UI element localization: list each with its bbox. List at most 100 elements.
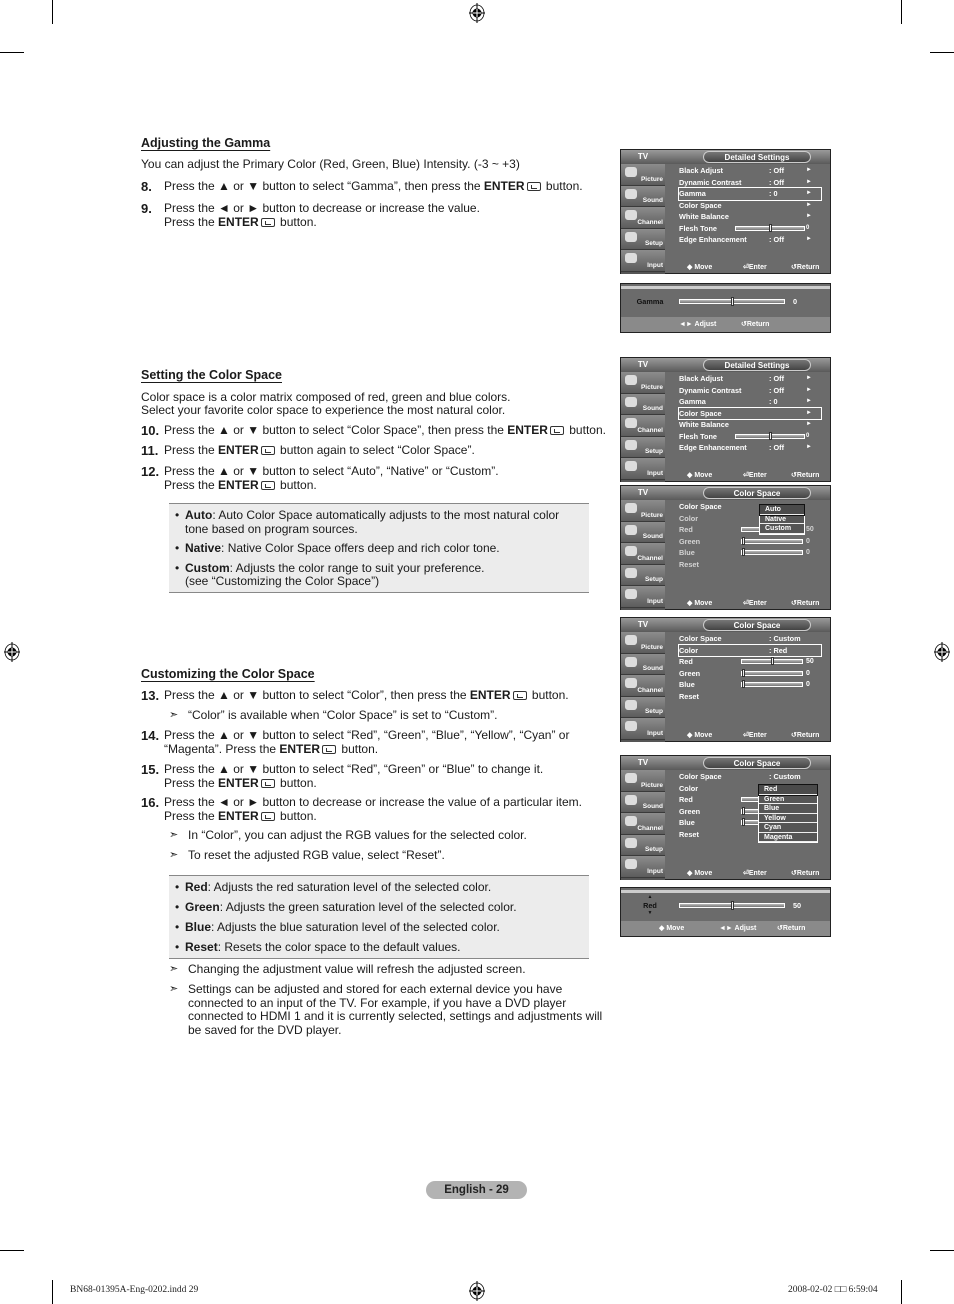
osd-color-dropdown-list[interactable]: Red Green Blue Yellow Cyan Magenta xyxy=(758,784,818,843)
enter-keyword: ENTER xyxy=(218,214,259,229)
dropdown-option-magenta[interactable]: Magenta xyxy=(759,833,817,842)
osd-slider-knob[interactable] xyxy=(742,536,745,545)
osd-row-green[interactable]: Green 0 xyxy=(679,668,821,680)
registration-mark-icon xyxy=(469,1281,485,1301)
dropdown-option-red[interactable]: Red xyxy=(758,784,818,796)
osd-row-color-space[interactable]: Color Space ► xyxy=(679,200,821,212)
osd-slider-knob[interactable] xyxy=(742,548,745,556)
osd-category-setup[interactable]: Setup xyxy=(621,834,665,856)
osd-category-picture[interactable]: Picture xyxy=(621,632,665,654)
osd-category-label: Setup xyxy=(644,846,663,853)
osd-category-channel[interactable]: Channel xyxy=(621,813,665,835)
osd-row-blue[interactable]: Blue 0 xyxy=(679,679,821,691)
osd-slider-knob[interactable] xyxy=(742,680,745,688)
osd-row-gamma[interactable]: Gamma: 0 ► xyxy=(679,396,821,408)
arrow-right-icon: ► xyxy=(806,409,812,416)
dropdown-option-blue[interactable]: Blue xyxy=(759,804,817,814)
osd-row-color-space[interactable]: Color Space ► xyxy=(678,406,822,420)
dropdown-option-green[interactable]: Green xyxy=(759,795,817,804)
bullet-term: Blue xyxy=(185,920,212,934)
osd-category-setup[interactable]: Setup xyxy=(621,436,665,458)
osd-slider-knob[interactable] xyxy=(769,431,772,440)
osd-row-white-balance[interactable]: White Balance ► xyxy=(679,419,821,431)
osd-color-space-dropdown-list[interactable]: Auto Native Custom xyxy=(759,504,805,535)
osd-category-input[interactable]: Input xyxy=(621,718,665,740)
osd-row-white-balance[interactable]: White Balance ► xyxy=(679,211,821,223)
note-rgb-adjust: ➣ In “Color”, you can adjust the RGB valu… xyxy=(169,828,527,843)
osd-category-label: Input xyxy=(647,597,663,605)
osd-row-color-space[interactable]: Color Space: Custom xyxy=(679,633,821,645)
osd-row-edge-enhancement[interactable]: Edge Enhancement: Off ► xyxy=(679,442,821,454)
osd-row-gamma[interactable]: Gamma: 0 ► xyxy=(678,187,822,201)
osd-row-flesh-tone[interactable]: Flesh Tone 0 xyxy=(679,431,821,443)
osd-adjust-slider[interactable] xyxy=(679,297,785,306)
osd-row-flesh-tone[interactable]: Flesh Tone 0 xyxy=(679,223,821,235)
osd-category-picture[interactable]: Picture xyxy=(621,770,665,792)
osd-row-red[interactable]: Red 50 xyxy=(679,656,821,668)
osd-slider-knob[interactable] xyxy=(771,657,774,665)
osd-slider-knob[interactable] xyxy=(742,668,745,677)
osd-category-channel[interactable]: Channel xyxy=(621,415,665,437)
osd-row-edge-enhancement[interactable]: Edge Enhancement: Off ► xyxy=(679,234,821,246)
osd-row-value: : 0 xyxy=(769,397,778,406)
osd-row-value: : Off xyxy=(769,385,784,395)
osd-category-channel[interactable]: Channel xyxy=(621,207,665,229)
osd-category-sound[interactable]: Sound xyxy=(621,393,665,415)
osd-row-dynamic-contrast[interactable]: Dynamic Contrast: Off ► xyxy=(679,177,821,189)
osd-slider-track[interactable] xyxy=(735,223,805,232)
osd-category-input[interactable]: Input xyxy=(621,458,665,480)
osd-slider-track[interactable] xyxy=(741,680,803,688)
osd-category-picture[interactable]: Picture xyxy=(621,500,665,522)
osd-slider-track[interactable] xyxy=(741,536,803,545)
osd-category-sound[interactable]: Sound xyxy=(621,653,665,675)
dropdown-option-native[interactable]: Native xyxy=(760,515,804,524)
osd-row-green[interactable]: Green 0 xyxy=(679,536,821,548)
osd-row-reset[interactable]: Reset xyxy=(679,559,821,571)
osd-row-black-adjust[interactable]: Black Adjust: Off ► xyxy=(679,373,821,385)
osd-row-value: : Custom xyxy=(769,772,801,781)
osd-category-label: Channel xyxy=(637,554,663,562)
channel-icon xyxy=(625,816,637,826)
osd-category-sound[interactable]: Sound xyxy=(621,521,665,543)
osd-category-channel[interactable]: Channel xyxy=(621,543,665,565)
step-text: button. xyxy=(565,423,606,437)
dropdown-option-custom[interactable]: Custom xyxy=(760,524,804,534)
osd-row-color-space[interactable]: Color Space: Custom xyxy=(679,771,821,783)
osd-row-dynamic-contrast[interactable]: Dynamic Contrast: Off ► xyxy=(679,385,821,397)
osd-row-reset[interactable]: Reset xyxy=(679,691,821,703)
osd-adjust-value: 50 xyxy=(793,901,802,910)
osd-category-input[interactable]: Input xyxy=(621,250,665,272)
osd-top-line xyxy=(621,890,830,893)
osd-footer-move: ◆ Move xyxy=(687,264,713,271)
osd-footer-return: ↺Return xyxy=(791,472,820,479)
osd-slider-track[interactable] xyxy=(735,431,805,440)
osd-category-setup[interactable]: Setup xyxy=(621,696,665,718)
osd-slider-knob[interactable] xyxy=(742,818,745,826)
dropdown-option-auto[interactable]: Auto xyxy=(759,504,805,516)
osd-slider-knob[interactable] xyxy=(742,806,745,815)
osd-category-setup[interactable]: Setup xyxy=(621,564,665,586)
dropdown-option-yellow[interactable]: Yellow xyxy=(759,814,817,823)
dropdown-option-cyan[interactable]: Cyan xyxy=(759,823,817,833)
osd-category-label: Setup xyxy=(644,240,663,247)
osd-row-color[interactable]: Color: Red xyxy=(678,643,822,657)
osd-category-picture[interactable]: Picture xyxy=(621,372,665,394)
osd-slider-track[interactable] xyxy=(741,657,803,665)
step-text: button. xyxy=(528,688,569,702)
osd-slider-track[interactable] xyxy=(741,548,803,556)
osd-category-sound[interactable]: Sound xyxy=(621,791,665,813)
osd-category-channel[interactable]: Channel xyxy=(621,675,665,697)
osd-adjust-slider[interactable] xyxy=(679,901,785,910)
osd-category-sound[interactable]: Sound xyxy=(621,185,665,207)
osd-adjust-knob[interactable] xyxy=(731,901,734,910)
osd-row-blue[interactable]: Blue 0 xyxy=(679,547,821,559)
osd-slider-track[interactable] xyxy=(741,668,803,677)
osd-category-input[interactable]: Input xyxy=(621,586,665,608)
osd-adjust-knob[interactable] xyxy=(731,297,734,306)
osd-category-setup[interactable]: Setup xyxy=(621,228,665,250)
osd-slider-knob[interactable] xyxy=(769,223,772,232)
step-text: Press the ▲ or ▼ button to select “Gamma… xyxy=(164,179,484,193)
osd-row-black-adjust[interactable]: Black Adjust: Off ► xyxy=(679,165,821,177)
osd-category-picture[interactable]: Picture xyxy=(621,164,665,186)
osd-category-input[interactable]: Input xyxy=(621,856,665,878)
